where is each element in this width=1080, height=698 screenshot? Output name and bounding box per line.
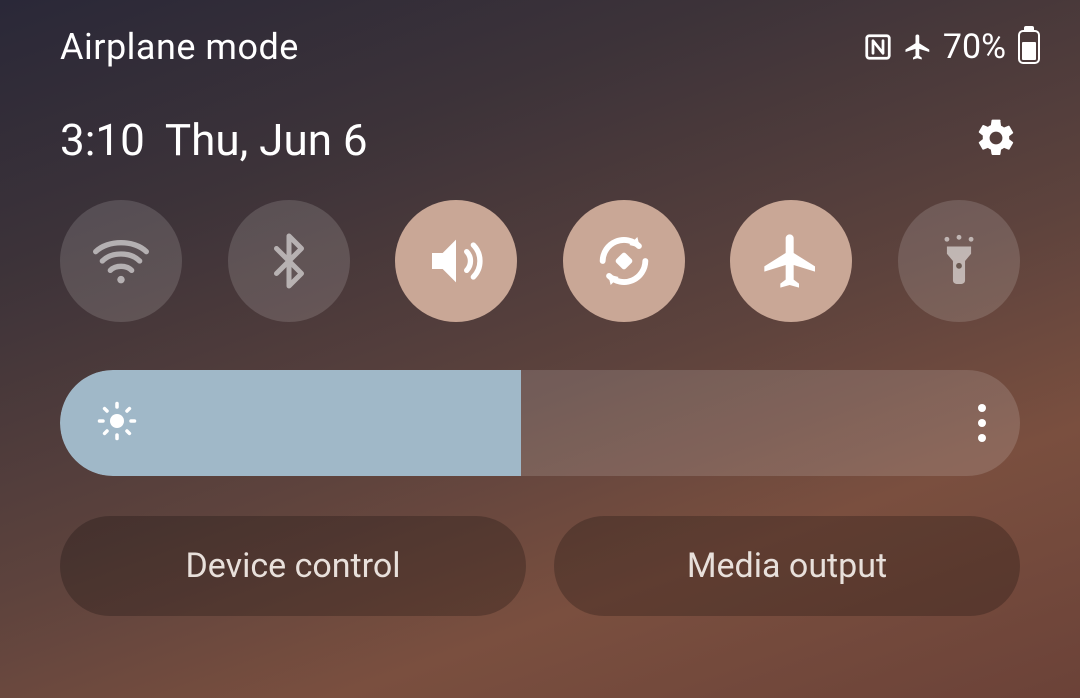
auto-rotate-toggle[interactable] bbox=[563, 200, 685, 322]
status-title: Airplane mode bbox=[60, 26, 299, 68]
device-control-label: Device control bbox=[185, 546, 400, 586]
time-label: 3:10 bbox=[60, 114, 145, 166]
status-bar: Airplane mode 70% bbox=[0, 0, 1080, 74]
datetime-row: 3:10 Thu, Jun 6 bbox=[0, 74, 1080, 166]
gear-icon bbox=[974, 116, 1018, 164]
quick-toggles-row bbox=[0, 166, 1080, 322]
nfc-icon bbox=[863, 32, 893, 62]
brightness-row bbox=[0, 322, 1080, 476]
date-label: Thu, Jun 6 bbox=[165, 114, 368, 166]
wifi-toggle[interactable] bbox=[60, 200, 182, 322]
status-indicators: 70% bbox=[863, 27, 1040, 67]
settings-button[interactable] bbox=[972, 116, 1020, 164]
airplane-icon bbox=[759, 229, 823, 293]
battery-icon bbox=[1018, 30, 1040, 64]
battery-fill bbox=[1022, 42, 1036, 60]
airplane-mode-toggle[interactable] bbox=[730, 200, 852, 322]
media-output-label: Media output bbox=[687, 546, 887, 586]
more-vertical-icon bbox=[978, 404, 986, 412]
bluetooth-icon bbox=[259, 231, 319, 291]
bluetooth-toggle[interactable] bbox=[228, 200, 350, 322]
brightness-more-button[interactable] bbox=[978, 404, 986, 442]
flashlight-icon bbox=[930, 232, 988, 290]
brightness-slider[interactable] bbox=[60, 370, 1020, 476]
airplane-status-icon bbox=[903, 32, 933, 62]
media-output-button[interactable]: Media output bbox=[554, 516, 1020, 616]
battery-percent-label: 70% bbox=[943, 27, 1006, 67]
flashlight-toggle[interactable] bbox=[898, 200, 1020, 322]
sound-icon bbox=[424, 229, 488, 293]
brightness-icon bbox=[96, 400, 138, 446]
datetime: 3:10 Thu, Jun 6 bbox=[60, 114, 368, 166]
bottom-buttons-row: Device control Media output bbox=[0, 476, 1080, 616]
auto-rotate-icon bbox=[592, 229, 656, 293]
wifi-icon bbox=[89, 229, 153, 293]
sound-toggle[interactable] bbox=[395, 200, 517, 322]
device-control-button[interactable]: Device control bbox=[60, 516, 526, 616]
